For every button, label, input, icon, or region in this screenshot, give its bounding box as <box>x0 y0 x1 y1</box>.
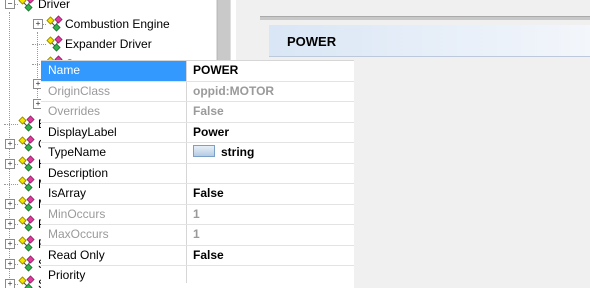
tree-item-label: Expander Driver <box>65 37 152 51</box>
expand-icon[interactable]: + <box>5 159 15 169</box>
property-value: 1 <box>193 206 200 221</box>
tree-item[interactable]: + Combustion Engine <box>0 14 216 34</box>
expand-icon[interactable]: + <box>5 219 15 229</box>
property-row[interactable]: Read Only False <box>41 245 354 266</box>
property-value: 1 <box>193 227 200 241</box>
collapse-icon[interactable]: − <box>5 0 15 9</box>
class-node-icon <box>18 215 36 233</box>
expand-icon[interactable]: + <box>5 239 15 249</box>
property-row[interactable]: Description <box>41 163 354 184</box>
class-node-icon <box>46 15 64 33</box>
type-swatch-icon <box>193 145 215 157</box>
tree-connector <box>32 44 46 45</box>
class-node-icon <box>18 115 36 133</box>
expand-icon[interactable]: + <box>33 19 43 29</box>
property-value[interactable]: False <box>193 184 224 204</box>
expand-icon[interactable]: + <box>5 139 15 149</box>
property-key: OriginClass <box>41 81 187 101</box>
class-node-icon <box>46 35 64 53</box>
property-key: MinOccurs <box>41 204 187 224</box>
property-row[interactable]: MaxOccurs 1 <box>41 225 354 246</box>
class-node-icon <box>18 135 36 153</box>
property-key: MaxOccurs <box>41 225 187 245</box>
property-value[interactable]: Power <box>193 123 229 143</box>
class-node-icon <box>18 255 36 273</box>
property-value[interactable]: string <box>193 143 254 163</box>
property-value: False <box>193 104 224 118</box>
property-grid[interactable]: Name POWER OriginClass oppid:MOTOR Overrides… <box>41 60 354 287</box>
property-row[interactable]: DisplayLabel Power <box>41 122 354 143</box>
tree-item-label: Driver <box>38 0 70 11</box>
grid-bottom <box>41 283 354 288</box>
property-value[interactable]: POWER <box>193 61 238 81</box>
tree-connector <box>4 184 18 185</box>
property-row[interactable]: Overrides False <box>41 102 354 123</box>
class-node-icon <box>18 175 36 193</box>
property-key: Overrides <box>41 102 187 122</box>
panel-header: POWER <box>269 25 590 57</box>
property-key: DisplayLabel <box>41 122 187 142</box>
property-row[interactable]: OriginClass oppid:MOTOR <box>41 81 354 102</box>
tree-item[interactable]: − Driver <box>0 0 216 14</box>
property-key: TypeName <box>41 143 187 163</box>
tree-connector <box>4 124 18 125</box>
property-key: Description <box>41 163 187 183</box>
property-value: oppid:MOTOR <box>193 83 275 98</box>
property-key: Name <box>41 61 187 81</box>
property-row[interactable]: IsArray False <box>41 184 354 205</box>
expand-icon[interactable]: + <box>5 259 15 269</box>
class-node-icon <box>18 235 36 253</box>
class-node-icon <box>18 155 36 173</box>
property-row[interactable]: TypeName string <box>41 143 354 164</box>
tree-item-label: Combustion Engine <box>65 17 170 31</box>
panel-divider <box>260 16 590 20</box>
property-row[interactable]: MinOccurs 1 <box>41 204 354 225</box>
property-value-text: string <box>221 145 255 159</box>
property-value[interactable]: False <box>193 246 224 266</box>
expand-icon[interactable]: + <box>5 199 15 209</box>
tree-item[interactable]: Expander Driver <box>0 34 216 54</box>
property-key: Read Only <box>41 245 187 265</box>
property-row[interactable]: Name POWER <box>41 61 354 82</box>
class-node-icon <box>18 275 36 288</box>
panel-title: POWER <box>287 34 337 49</box>
class-node-icon <box>18 0 36 13</box>
class-node-icon <box>18 195 36 213</box>
property-key: IsArray <box>41 184 187 204</box>
expand-icon[interactable]: + <box>5 279 15 288</box>
